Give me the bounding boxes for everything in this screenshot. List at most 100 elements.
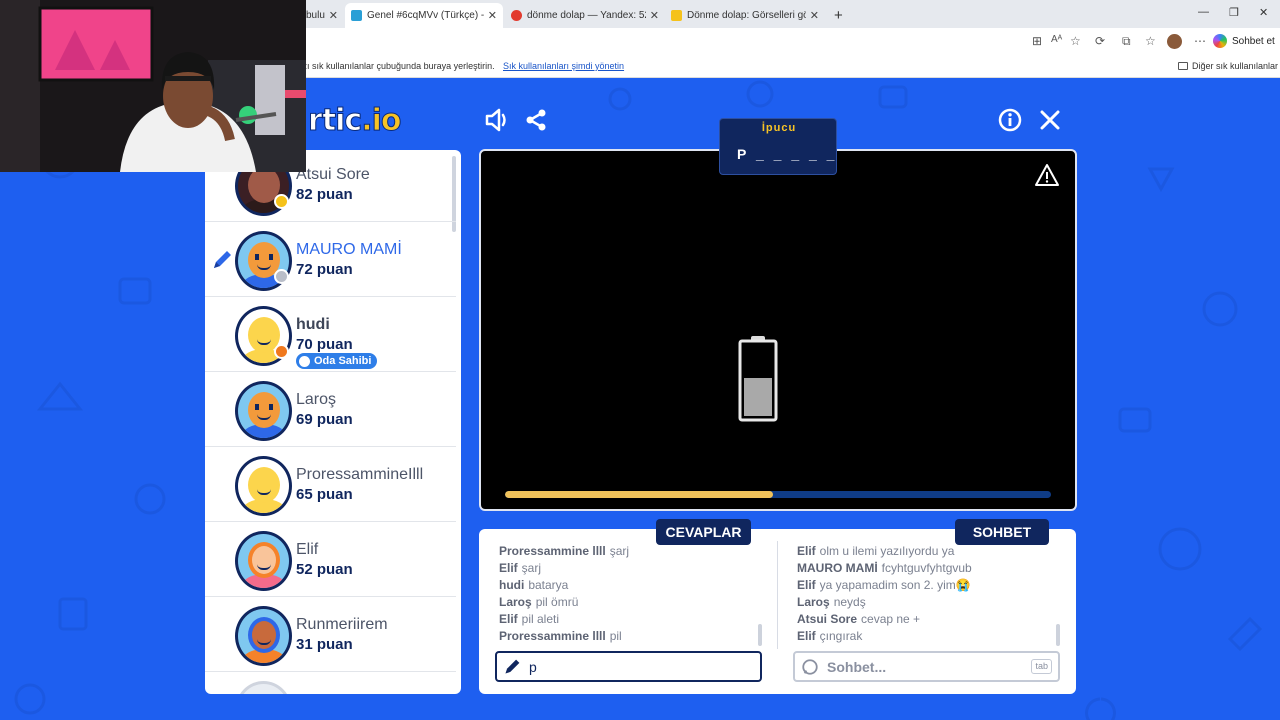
close-tab-icon[interactable]: ✕ — [329, 9, 338, 22]
avatar — [235, 456, 292, 516]
player-points: 69 puan — [296, 411, 353, 428]
close-tab-icon[interactable]: ✕ — [650, 9, 659, 22]
player-name: Atsui Sore — [296, 166, 370, 183]
tab-label: dönme dolap — Yandex: 52 bin so — [527, 10, 646, 21]
player-points: 52 puan — [296, 561, 353, 578]
chat-tab[interactable]: SOHBET — [955, 519, 1049, 545]
avatar — [235, 531, 292, 591]
player-row-partial[interactable] — [205, 673, 456, 694]
more-options-icon[interactable]: ⋯ — [1194, 34, 1206, 48]
player-points: 31 puan — [296, 636, 353, 653]
list-item: Elif olm u ilemi yazılıyordu ya — [797, 544, 955, 558]
window-close-icon[interactable]: ✕ — [1259, 6, 1268, 19]
avatar — [235, 381, 292, 441]
avatar — [235, 681, 292, 694]
tab-key-hint: tab — [1031, 659, 1052, 674]
hint-label: İpucu — [761, 122, 797, 134]
images-favicon-icon — [671, 10, 682, 21]
read-aloud-icon[interactable]: Aᴬ — [1051, 34, 1062, 45]
minimize-icon[interactable]: — — [1198, 6, 1209, 18]
bookmarks-hint-text: ızı sık kullanılanlar çubuğunda buraya y… — [300, 61, 495, 71]
new-tab-button[interactable]: + — [828, 3, 848, 28]
close-tab-icon[interactable]: ✕ — [488, 9, 497, 22]
player-name: MAURO MAMİ — [296, 241, 402, 258]
list-item: Elif çıngırak — [797, 629, 863, 643]
drawing-canvas[interactable] — [479, 149, 1077, 511]
chat-scrollbar[interactable] — [1056, 624, 1060, 646]
copilot-label: Sohbet et — [1232, 35, 1275, 47]
app-icon[interactable]: ⊞ — [1032, 34, 1042, 48]
player-points: 82 puan — [296, 186, 353, 203]
status-badge — [274, 344, 289, 359]
owner-icon — [299, 355, 310, 367]
webcam-feed — [0, 0, 306, 172]
panel-divider — [777, 541, 778, 649]
player-name: Elif — [296, 541, 319, 558]
share-icon[interactable] — [522, 106, 550, 134]
chat-bubble-icon — [802, 658, 818, 675]
hint-box: İpucu P _ _ _ _ _ — [719, 118, 837, 175]
status-badge — [274, 269, 289, 284]
answers-scrollbar[interactable] — [758, 624, 762, 646]
answer-field[interactable] — [495, 651, 762, 682]
player-name: Runmeriirem — [296, 616, 388, 633]
list-item: Proressammine llll pil — [499, 629, 622, 643]
list-item: Elif pil aleti — [499, 612, 560, 626]
answer-input[interactable] — [529, 658, 729, 675]
player-row[interactable]: hudi 70 puan Oda Sahibi — [205, 298, 456, 372]
player-row[interactable]: ProressammineIlll 65 puan — [205, 448, 456, 522]
player-points: 65 puan — [296, 486, 353, 503]
plus-icon: + — [834, 7, 843, 24]
profile-avatar[interactable] — [1167, 34, 1182, 49]
tab-label: Dönme dolap: Görselleri görüntüle — [687, 10, 806, 21]
browser-tab-images[interactable]: Dönme dolap: Görselleri görüntüle ✕ — [665, 3, 825, 28]
info-icon[interactable] — [996, 106, 1024, 134]
report-warning-icon[interactable] — [1034, 163, 1060, 187]
gartic-favicon-icon — [351, 10, 362, 21]
hint-word: P _ _ _ _ _ — [737, 146, 838, 162]
player-points: 70 puan — [296, 336, 353, 353]
player-row[interactable]: Laroş 69 puan — [205, 373, 456, 447]
pencil-icon — [505, 659, 520, 674]
list-item: Proressammine llll şarj — [499, 544, 630, 558]
room-owner-badge: Oda Sahibi — [296, 353, 378, 369]
list-item: Elif şarj — [499, 561, 542, 575]
browser-tab-yandex[interactable]: dönme dolap — Yandex: 52 bin so ✕ — [505, 3, 665, 28]
sound-icon[interactable] — [483, 106, 511, 134]
copilot-chat-button[interactable]: Sohbet et — [1213, 32, 1275, 50]
tab-label: Genel #6cqMVv (Türkçe) - Gartic.io — [367, 10, 484, 21]
list-item: hudi batarya — [499, 578, 569, 592]
split-screen-icon[interactable]: ⧉ — [1122, 34, 1131, 49]
copilot-icon — [1213, 34, 1227, 48]
browser-tab-1[interactable]: buluı ✕ — [300, 3, 344, 28]
answers-list: Proressammine llll şarj Elif şarj hudi bata… — [499, 543, 757, 647]
webcam-overlay — [0, 0, 306, 172]
list-item: Elif ya yapamadim son 2. yim😭 — [797, 578, 971, 592]
other-favorites-folder[interactable]: Diğer sık kullanılanlar — [1178, 61, 1278, 71]
avatar — [235, 606, 292, 666]
manage-favorites-link[interactable]: Sık kullanılanları şimdi yönetin — [503, 61, 624, 71]
chat-field[interactable]: tab — [793, 651, 1060, 682]
favorites-icon[interactable]: ☆ — [1145, 34, 1156, 48]
player-row[interactable]: Runmeriirem 31 puan — [205, 598, 456, 672]
answers-tab[interactable]: CEVAPLAR — [656, 519, 751, 545]
gartic-logo: rtic.io — [307, 103, 402, 139]
extensions-icon[interactable]: ⟳ — [1095, 34, 1105, 48]
list-item: Atsui Sore cevap ne + — [797, 612, 921, 626]
close-tab-icon[interactable]: ✕ — [810, 9, 819, 22]
favorite-star-icon[interactable]: ☆ — [1070, 34, 1081, 48]
list-item: MAURO MAMİ fcyhtguvfyhtgvub — [797, 561, 972, 575]
player-points: 72 puan — [296, 261, 353, 278]
browser-tab-gartic[interactable]: Genel #6cqMVv (Türkçe) - Gartic.io ✕ — [345, 3, 503, 28]
restore-icon[interactable]: ❐ — [1229, 6, 1239, 19]
player-name: ProressammineIlll — [296, 466, 424, 483]
timer-progress — [505, 491, 773, 498]
pencil-icon — [214, 251, 231, 268]
close-game-icon[interactable] — [1036, 106, 1064, 134]
player-row-drawing[interactable]: MAURO MAMİ 72 puan — [205, 223, 456, 297]
timer-bar — [505, 491, 1051, 498]
folder-icon — [1178, 62, 1188, 70]
player-row[interactable]: Elif 52 puan — [205, 523, 456, 597]
list-item: Laroş neydş — [797, 595, 866, 609]
chat-input[interactable] — [827, 658, 1027, 675]
